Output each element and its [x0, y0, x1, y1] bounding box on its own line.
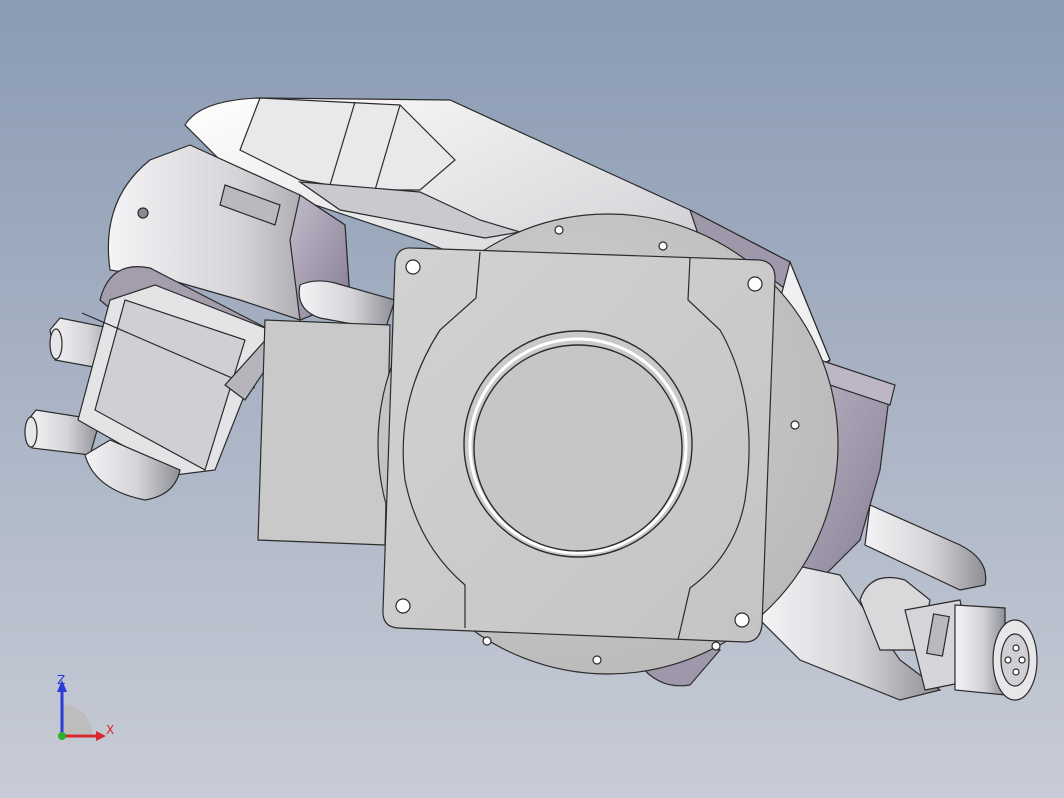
- x-axis-label: X: [106, 723, 114, 737]
- graphics-viewport[interactable]: Z X: [0, 0, 1064, 798]
- robot-arm-model[interactable]: [0, 0, 1064, 798]
- z-axis-label: Z: [57, 673, 65, 687]
- central-bore: [463, 330, 693, 558]
- coordinate-triad: Z X: [57, 673, 114, 741]
- tool-flange: [904, 599, 1038, 701]
- triad-plane-indicator: [62, 704, 92, 734]
- y-axis-icon: [58, 732, 66, 740]
- x-axis-arrow-icon: [96, 731, 106, 741]
- connector-box: [257, 319, 391, 546]
